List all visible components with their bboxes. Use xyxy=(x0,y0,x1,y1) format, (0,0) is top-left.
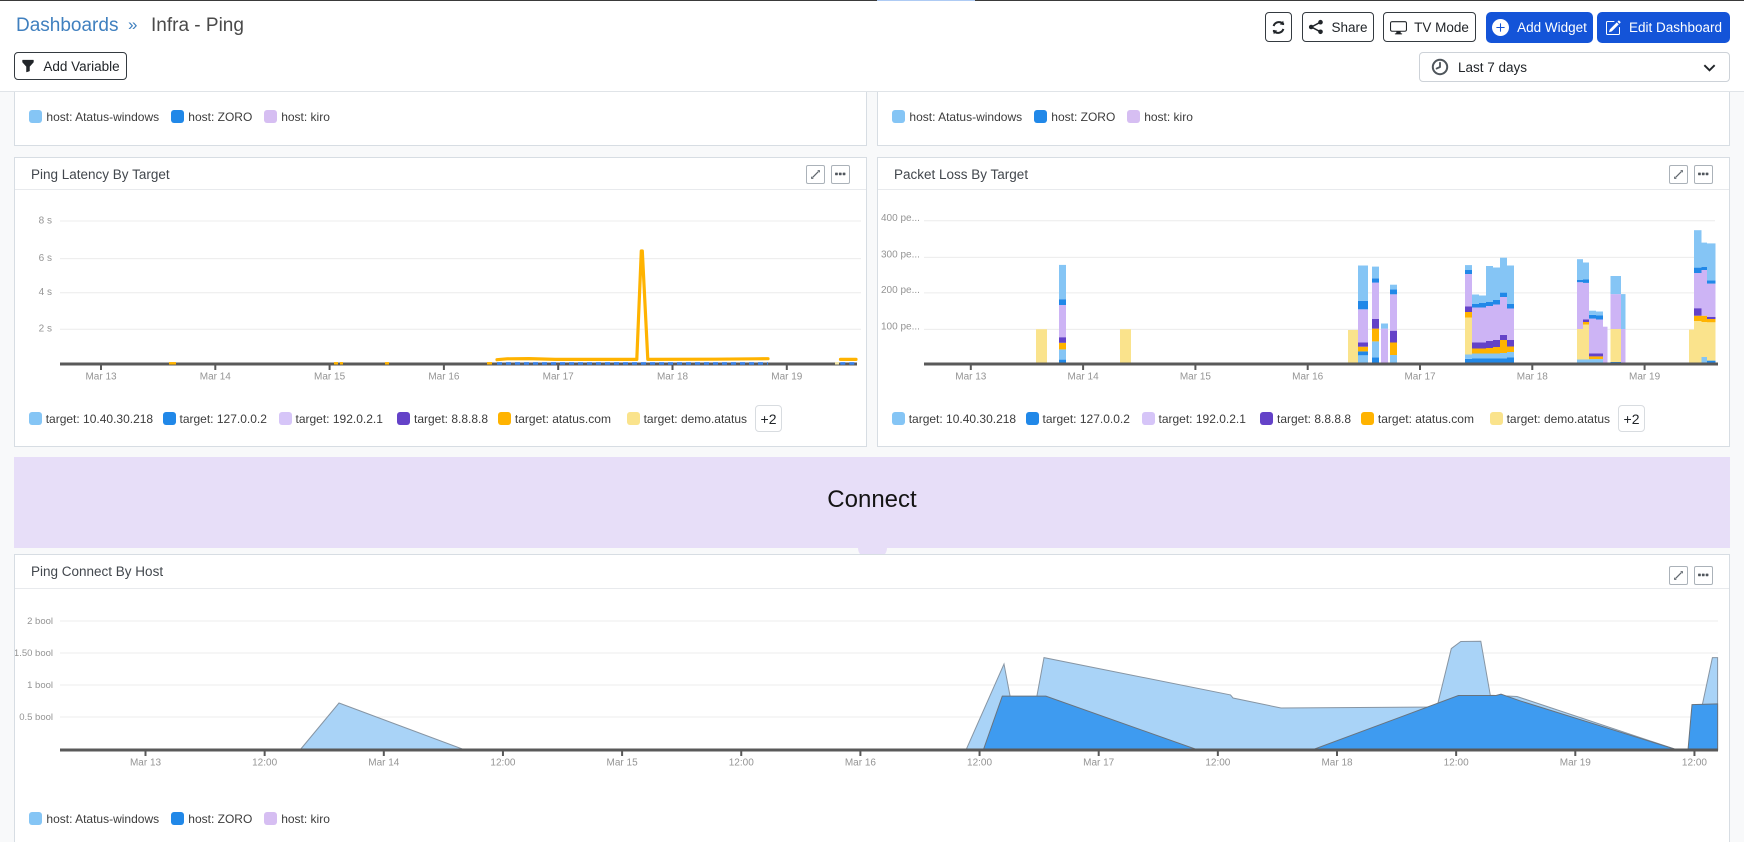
svg-text:Mar 19: Mar 19 xyxy=(771,372,803,383)
svg-text:Mar 18: Mar 18 xyxy=(1321,758,1353,769)
svg-text:12:00: 12:00 xyxy=(1682,758,1707,769)
svg-text:12:00: 12:00 xyxy=(967,758,992,769)
svg-text:Mar 16: Mar 16 xyxy=(1292,372,1324,383)
svg-text:0.5 bool: 0.5 bool xyxy=(19,712,53,723)
svg-text:Mar 17: Mar 17 xyxy=(1083,758,1115,769)
svg-text:Mar 14: Mar 14 xyxy=(200,372,232,383)
svg-text:6 s: 6 s xyxy=(39,253,52,264)
svg-text:Mar 13: Mar 13 xyxy=(130,758,162,769)
svg-text:Mar 17: Mar 17 xyxy=(543,372,575,383)
svg-text:12:00: 12:00 xyxy=(1444,758,1469,769)
svg-text:2 bool: 2 bool xyxy=(27,616,53,627)
svg-text:1.50 bool: 1.50 bool xyxy=(15,648,53,659)
svg-text:12:00: 12:00 xyxy=(729,758,754,769)
svg-text:Mar 16: Mar 16 xyxy=(845,758,877,769)
svg-text:400 pe...: 400 pe... xyxy=(881,213,920,224)
svg-text:Mar 13: Mar 13 xyxy=(955,372,987,383)
svg-text:Mar 13: Mar 13 xyxy=(85,372,117,383)
svg-text:300 pe...: 300 pe... xyxy=(881,249,920,260)
svg-text:8 s: 8 s xyxy=(39,216,52,227)
svg-text:4 s: 4 s xyxy=(39,287,52,298)
svg-text:Mar 14: Mar 14 xyxy=(1068,372,1100,383)
svg-text:Mar 19: Mar 19 xyxy=(1629,372,1661,383)
svg-text:Mar 15: Mar 15 xyxy=(1180,372,1212,383)
svg-text:Mar 15: Mar 15 xyxy=(607,758,639,769)
svg-text:Mar 15: Mar 15 xyxy=(314,372,346,383)
svg-text:Mar 18: Mar 18 xyxy=(657,372,689,383)
svg-text:1 bool: 1 bool xyxy=(27,680,53,691)
svg-text:12:00: 12:00 xyxy=(252,758,277,769)
svg-text:Mar 17: Mar 17 xyxy=(1404,372,1436,383)
svg-text:2 s: 2 s xyxy=(39,324,52,335)
svg-text:Mar 19: Mar 19 xyxy=(1560,758,1592,769)
svg-text:200 pe...: 200 pe... xyxy=(881,285,920,296)
svg-text:Mar 14: Mar 14 xyxy=(368,758,400,769)
svg-text:100 pe...: 100 pe... xyxy=(881,321,920,332)
svg-text:12:00: 12:00 xyxy=(490,758,515,769)
svg-text:Mar 16: Mar 16 xyxy=(428,372,460,383)
svg-text:Mar 18: Mar 18 xyxy=(1517,372,1549,383)
svg-text:12:00: 12:00 xyxy=(1205,758,1230,769)
